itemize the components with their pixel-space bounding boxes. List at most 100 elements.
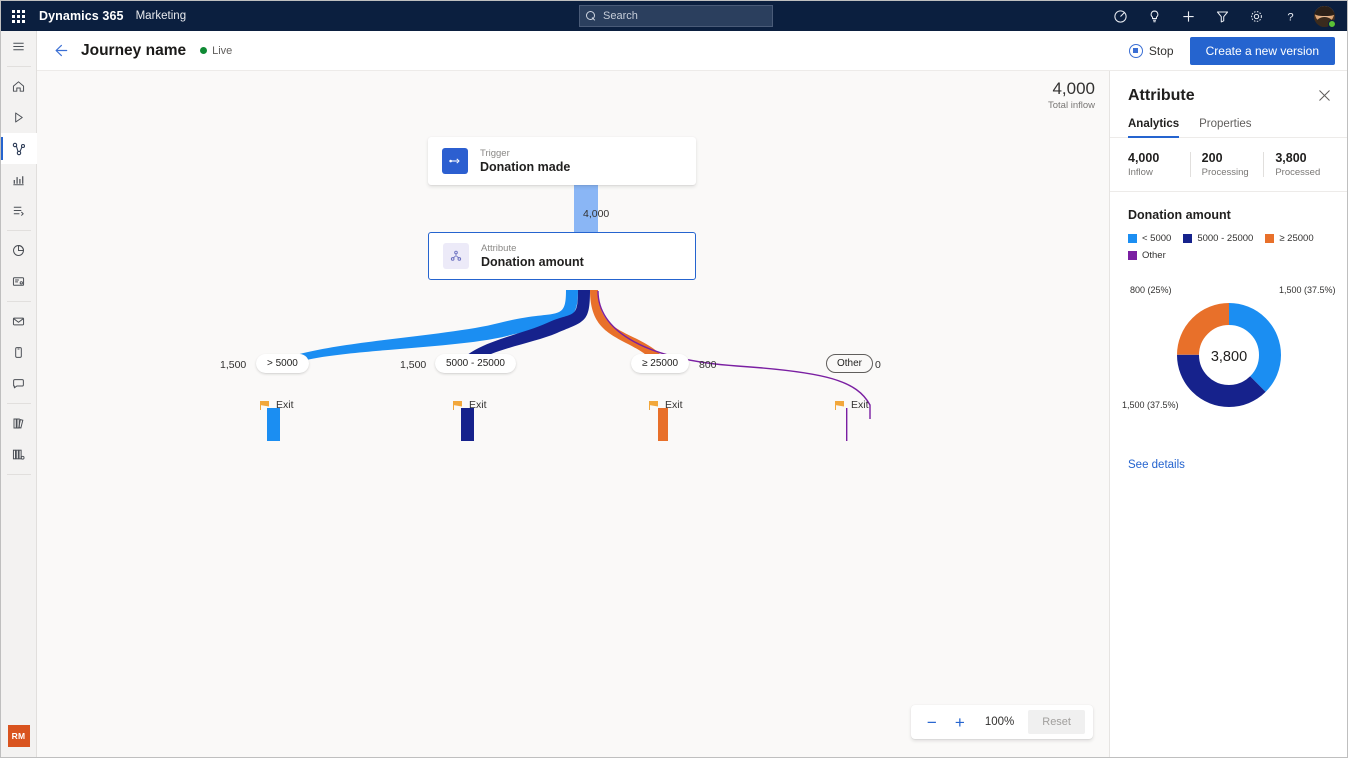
stat-processing: 200 Processing: [1189, 151, 1264, 178]
branch-exit-1[interactable]: Exit: [260, 399, 294, 411]
exit-label: Exit: [276, 399, 294, 411]
branch-stub-1: [267, 408, 280, 441]
sidebar-item-recent[interactable]: [1, 102, 37, 133]
stop-icon: [1128, 43, 1143, 58]
command-bar-actions: Stop Create a new version: [1123, 36, 1347, 65]
filter-icon[interactable]: [1205, 1, 1239, 31]
stop-button-label: Stop: [1148, 43, 1174, 58]
sidebar-item-analytics[interactable]: [1, 164, 37, 195]
stat-value: 3,800: [1275, 151, 1307, 165]
target-icon[interactable]: [1103, 1, 1137, 31]
home-icon: [12, 81, 25, 92]
suite-icon-group: ?: [1103, 1, 1341, 31]
node-name-label: Donation made: [480, 159, 571, 174]
legend-item-0[interactable]: < 5000: [1128, 233, 1171, 244]
exit-label: Exit: [469, 399, 487, 411]
close-icon[interactable]: [1318, 89, 1331, 106]
journey-canvas[interactable]: 4,000 Total inflow Trigger Donation made…: [37, 71, 1109, 757]
journey-icon: [12, 142, 25, 155]
help-icon[interactable]: ?: [1273, 1, 1307, 31]
legend-label: Other: [1142, 250, 1166, 261]
sidebar-item-messages[interactable]: [1, 368, 37, 399]
branch-count-3: 800: [699, 359, 717, 371]
zoom-reset-button[interactable]: Reset: [1028, 710, 1085, 734]
branch-stub-4: [846, 408, 848, 441]
branch-exit-3[interactable]: Exit: [649, 399, 683, 411]
trigger-icon: [442, 148, 468, 174]
zoom-out-button[interactable]: −: [919, 709, 945, 735]
gear-icon[interactable]: [1239, 1, 1273, 31]
svg-text:?: ?: [1287, 11, 1293, 23]
branch-pill-4[interactable]: Other: [826, 354, 874, 373]
sidebar-item-home[interactable]: [1, 71, 37, 102]
node-attribute[interactable]: Attribute Donation amount: [428, 232, 696, 280]
branch-exit-2[interactable]: Exit: [453, 399, 487, 411]
sidebar-item-emails[interactable]: [1, 306, 37, 337]
chart-section-title: Donation amount: [1128, 208, 1231, 222]
rail-divider: [6, 403, 31, 404]
sidebar-item-journeys[interactable]: [1, 133, 37, 164]
zoom-percent-label: 100%: [984, 716, 1015, 728]
sidebar-item-workflows[interactable]: [1, 195, 37, 226]
node-kind-label: Trigger: [480, 147, 510, 159]
tab-properties[interactable]: Properties: [1199, 118, 1251, 137]
legend-label: < 5000: [1142, 233, 1172, 244]
branch-pill-2[interactable]: 5000 - 25000: [435, 354, 516, 373]
plus-icon[interactable]: [1171, 1, 1205, 31]
sidebar-item-forms[interactable]: [1, 266, 37, 297]
rail-user-avatar[interactable]: RM: [7, 725, 30, 747]
left-nav-rail: RM: [1, 31, 37, 757]
pie-chart-icon: [13, 245, 24, 256]
attribute-icon: [443, 243, 469, 269]
branch-exit-4[interactable]: Exit: [835, 399, 869, 411]
page-title: Journey name: [81, 41, 187, 59]
node-name-label: Donation amount: [481, 254, 584, 269]
chat-bubble-icon: [13, 379, 24, 389]
legend-label: ≥ 25000: [1279, 233, 1314, 244]
sidebar-item-segments[interactable]: [1, 439, 37, 470]
sidebar-item-library[interactable]: [1, 408, 37, 439]
sidebar-item-hamburger-menu[interactable]: [1, 31, 37, 62]
sidebar-item-mobile[interactable]: [1, 337, 37, 368]
exit-flag-icon: [260, 400, 270, 410]
status-dot-icon: [200, 47, 208, 54]
chart-legend: < 5000 5000 - 25000 ≥ 25000 Other: [1110, 222, 1347, 261]
exit-flag-icon: [453, 400, 463, 410]
branch-pill-3[interactable]: ≥ 25000: [631, 354, 690, 373]
stat-value: 200: [1201, 151, 1223, 165]
branch-count-1: 1,500: [220, 359, 247, 371]
node-trigger[interactable]: Trigger Donation made: [428, 137, 696, 185]
see-details-link[interactable]: See details: [1110, 447, 1203, 471]
branch-pill-1[interactable]: > 5000: [256, 354, 309, 373]
stop-button[interactable]: Stop: [1123, 40, 1180, 62]
stat-processed: 3,800 Processed: [1263, 151, 1337, 178]
hamburger-menu-icon: [13, 42, 24, 51]
rail-divider: [6, 66, 31, 67]
status-badge: Live: [200, 45, 232, 57]
play-triangle-icon: [15, 112, 23, 123]
legend-swatch: [1265, 234, 1275, 243]
brand-title: Dynamics 365: [39, 9, 124, 23]
stat-label: Processed: [1275, 167, 1321, 178]
form-icon: [12, 277, 25, 286]
user-avatar[interactable]: [1307, 1, 1341, 31]
donut-data-label-0: 1,500 (37.5%): [1279, 285, 1336, 295]
workflow-icon: [13, 206, 24, 216]
back-button[interactable]: [43, 31, 75, 71]
legend-item-1[interactable]: 5000 - 25000: [1183, 233, 1253, 244]
rail-divider: [6, 474, 31, 475]
create-new-version-button[interactable]: Create a new version: [1189, 36, 1335, 65]
sidebar-item-insights[interactable]: [1, 235, 37, 266]
rail-divider: [6, 230, 31, 231]
legend-item-2[interactable]: ≥ 25000: [1265, 233, 1314, 244]
search-input[interactable]: Search: [579, 5, 773, 27]
stat-value: 4,000: [1128, 151, 1160, 165]
branch-count-2: 1,500: [400, 359, 427, 371]
exit-label: Exit: [851, 399, 869, 411]
legend-item-3[interactable]: Other: [1128, 250, 1331, 261]
zoom-in-button[interactable]: +: [947, 709, 973, 735]
rail-divider: [6, 301, 31, 302]
tab-analytics[interactable]: Analytics: [1128, 118, 1180, 138]
app-launcher-icon[interactable]: [1, 1, 35, 31]
lightbulb-icon[interactable]: [1137, 1, 1171, 31]
